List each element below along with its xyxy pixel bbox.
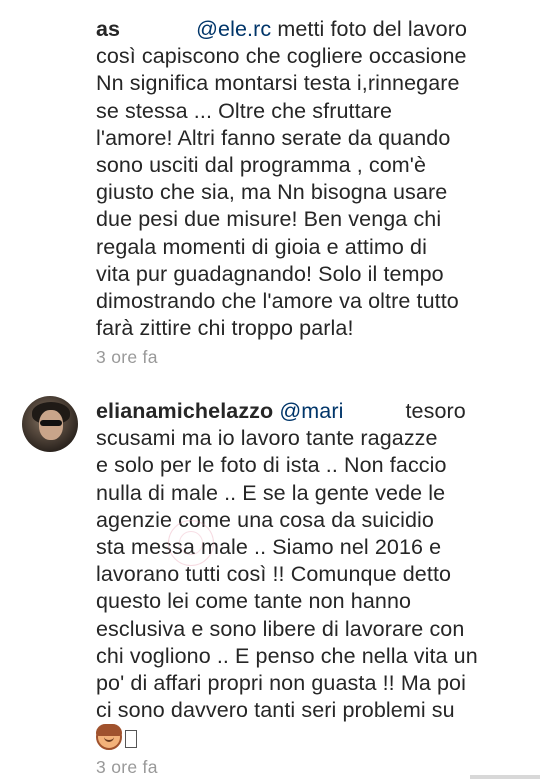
girl-face-emoji-icon: [96, 724, 122, 751]
comment-line: giusto che sia, ma Nn bisogna usare: [96, 180, 448, 205]
comment-line: metti foto del lavoro: [277, 17, 468, 41]
comment-line: così capiscono che cogliere occasione: [96, 44, 467, 69]
comment-timestamp: 3 ore fa: [96, 757, 158, 777]
comment-line: vita pur guadagnando! Solo il tempo: [96, 261, 444, 286]
comment-line: tesoro: [405, 399, 466, 423]
comment-line: dimostrando che l'amore va oltre tutto: [96, 289, 459, 314]
comment-mention[interactable]: @mari: [279, 399, 343, 423]
watermark-icon: [168, 520, 214, 566]
comment-line: farà zittire chi troppo parla!: [96, 316, 354, 341]
comment-line: nulla di male .. E se la gente vede le: [96, 480, 446, 505]
scroll-indicator: [470, 775, 540, 779]
comment-line: scusami ma io lavoro tante ragazze: [96, 426, 438, 451]
comment-line: se stessa ... Oltre che sfruttare: [96, 98, 393, 123]
comment-line: po' di affari propri non guasta !! Ma po…: [96, 671, 466, 696]
comment-line: ci sono davvero tanti seri problemi su: [96, 698, 455, 723]
comment-line: esclusiva e sono libere di lavorare con: [96, 616, 465, 641]
comment-line: sta messa male .. Siamo nel 2016 e: [96, 535, 442, 560]
comment-line: e solo per le foto di ista .. Non faccio: [96, 453, 447, 478]
comment-line: questo lei come tante non hanno: [96, 589, 412, 614]
comment-mention[interactable]: @ele.rc: [196, 17, 271, 41]
avatar[interactable]: [22, 396, 78, 452]
comment-line: lavorano tutti così !! Comunque detto: [96, 562, 452, 587]
comment-line: l'amore! Altri fanno serate da quando: [96, 125, 451, 150]
comment-line: regala momenti di gioia e attimo di: [96, 234, 427, 259]
comment: elianamichelazzo @mari tesoro scusami ma …: [96, 398, 530, 754]
avatar-sunglasses: [40, 420, 62, 426]
comment-text: as @ele.rc metti foto del lavoro così cap…: [96, 16, 530, 342]
comment-line: agenzie come una cosa da suicidio: [96, 507, 434, 532]
comment-text: elianamichelazzo @mari tesoro scusami ma …: [96, 398, 530, 754]
comment-line: due pesi due misure! Ben venga chi: [96, 207, 442, 232]
comment-line: Nn significa montarsi testa i,rinnegare: [96, 71, 460, 96]
missing-glyph-icon: [125, 730, 137, 749]
comment-username[interactable]: as: [96, 17, 120, 41]
comment-timestamp: 3 ore fa: [96, 347, 158, 367]
comment-line: chi vogliono .. E penso che nella vita u…: [96, 643, 478, 668]
comment-username[interactable]: elianamichelazzo: [96, 399, 273, 423]
comment-line: sono usciti dal programma , com'è: [96, 153, 427, 178]
comment: as @ele.rc metti foto del lavoro così cap…: [96, 16, 530, 342]
